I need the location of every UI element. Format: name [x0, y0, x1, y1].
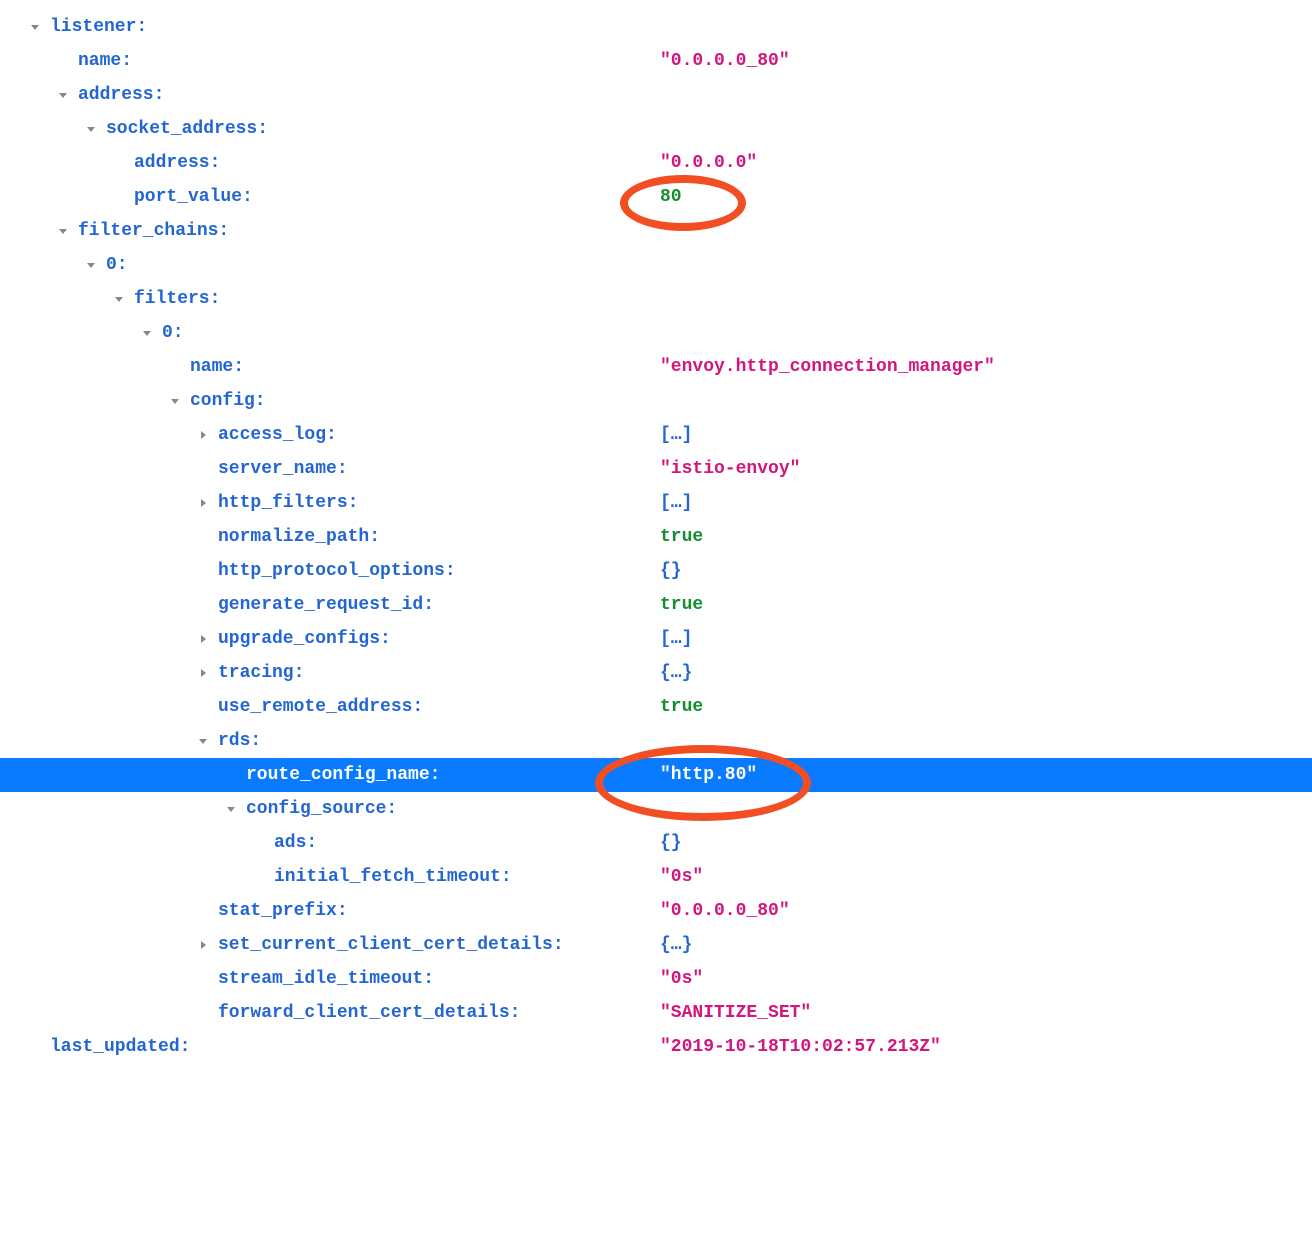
- tree-key: socket_address:: [106, 112, 268, 146]
- tree-key: http_filters:: [218, 486, 358, 520]
- tree-key: ads:: [274, 826, 317, 860]
- tree-value: {}: [660, 826, 682, 860]
- tree-key: listener:: [50, 10, 147, 44]
- tree-value: {…}: [660, 928, 692, 962]
- tree-row[interactable]: name: "envoy.http_connection_manager": [30, 350, 1312, 384]
- collapse-icon[interactable]: [198, 668, 212, 678]
- tree-row[interactable]: last_updated: "2019-10-18T10:02:57.213Z": [30, 1030, 1312, 1064]
- tree-row[interactable]: stream_idle_timeout: "0s": [30, 962, 1312, 996]
- tree-value: true: [660, 588, 703, 622]
- tree-value: "2019-10-18T10:02:57.213Z": [660, 1030, 941, 1064]
- tree-key: filter_chains:: [78, 214, 229, 248]
- tree-key: generate_request_id:: [218, 588, 434, 622]
- tree-row[interactable]: config_source:: [30, 792, 1312, 826]
- tree-value: […]: [660, 486, 692, 520]
- tree-row[interactable]: 0:: [30, 248, 1312, 282]
- tree-key: rds:: [218, 724, 261, 758]
- tree-key: initial_fetch_timeout:: [274, 860, 512, 894]
- tree-key: stream_idle_timeout:: [218, 962, 434, 996]
- collapse-icon[interactable]: [198, 498, 212, 508]
- tree-row[interactable]: address:: [30, 78, 1312, 112]
- tree-key: address:: [78, 78, 164, 112]
- tree-row[interactable]: 0:: [30, 316, 1312, 350]
- tree-row[interactable]: server_name: "istio-envoy": [30, 452, 1312, 486]
- tree-key: address:: [134, 146, 220, 180]
- tree-row[interactable]: set_current_client_cert_details: {…}: [30, 928, 1312, 962]
- tree-key: name:: [190, 350, 244, 384]
- tree-key: server_name:: [218, 452, 348, 486]
- tree-key: http_protocol_options:: [218, 554, 456, 588]
- tree-row[interactable]: forward_client_cert_details: "SANITIZE_SE…: [30, 996, 1312, 1030]
- tree-row[interactable]: upgrade_configs: […]: [30, 622, 1312, 656]
- tree-row[interactable]: filter_chains:: [30, 214, 1312, 248]
- tree-row[interactable]: use_remote_address: true: [30, 690, 1312, 724]
- tree-key: name:: [78, 44, 132, 78]
- expand-icon[interactable]: [30, 22, 44, 32]
- tree-key: set_current_client_cert_details:: [218, 928, 564, 962]
- expand-icon[interactable]: [58, 226, 72, 236]
- tree-value: true: [660, 520, 703, 554]
- tree-value: "http.80": [660, 758, 757, 792]
- expand-icon[interactable]: [142, 328, 156, 338]
- tree-value: "0.0.0.0": [660, 146, 757, 180]
- tree-row[interactable]: normalize_path: true: [30, 520, 1312, 554]
- tree-row[interactable]: stat_prefix: "0.0.0.0_80": [30, 894, 1312, 928]
- collapse-icon[interactable]: [198, 634, 212, 644]
- expand-icon[interactable]: [226, 804, 240, 814]
- expand-icon[interactable]: [86, 124, 100, 134]
- tree-row[interactable]: ads: {}: [30, 826, 1312, 860]
- tree-value: […]: [660, 418, 692, 452]
- tree-key: normalize_path:: [218, 520, 380, 554]
- tree-row[interactable]: socket_address:: [30, 112, 1312, 146]
- tree-row[interactable]: route_config_name: "http.80": [0, 758, 1312, 792]
- expand-icon[interactable]: [58, 90, 72, 100]
- tree-key: 0:: [162, 316, 184, 350]
- tree-key: config_source:: [246, 792, 397, 826]
- collapse-icon[interactable]: [198, 430, 212, 440]
- tree-row[interactable]: initial_fetch_timeout: "0s": [30, 860, 1312, 894]
- tree-key: config:: [190, 384, 266, 418]
- tree-row[interactable]: http_protocol_options: {}: [30, 554, 1312, 588]
- tree-value: "0.0.0.0_80": [660, 44, 790, 78]
- json-tree-viewer: listener:name:"0.0.0.0_80"address:socket…: [30, 10, 1312, 1064]
- tree-value: true: [660, 690, 703, 724]
- expand-icon[interactable]: [114, 294, 128, 304]
- tree-key: route_config_name:: [246, 758, 440, 792]
- tree-row[interactable]: generate_request_id: true: [30, 588, 1312, 622]
- expand-icon[interactable]: [86, 260, 100, 270]
- tree-row[interactable]: name: "0.0.0.0_80": [30, 44, 1312, 78]
- tree-value: "envoy.http_connection_manager": [660, 350, 995, 384]
- collapse-icon[interactable]: [198, 940, 212, 950]
- tree-row[interactable]: port_value: 80: [30, 180, 1312, 214]
- tree-key: tracing:: [218, 656, 304, 690]
- expand-icon[interactable]: [170, 396, 184, 406]
- tree-key: stat_prefix:: [218, 894, 348, 928]
- tree-key: use_remote_address:: [218, 690, 423, 724]
- tree-value: {…}: [660, 656, 692, 690]
- tree-key: last_updated:: [50, 1030, 190, 1064]
- tree-key: port_value:: [134, 180, 253, 214]
- tree-key: upgrade_configs:: [218, 622, 391, 656]
- tree-row[interactable]: access_log: […]: [30, 418, 1312, 452]
- tree-key: access_log:: [218, 418, 337, 452]
- tree-row[interactable]: filters:: [30, 282, 1312, 316]
- tree-value: {}: [660, 554, 682, 588]
- tree-value: "istio-envoy": [660, 452, 800, 486]
- expand-icon[interactable]: [198, 736, 212, 746]
- tree-key: 0:: [106, 248, 128, 282]
- tree-row[interactable]: rds:: [30, 724, 1312, 758]
- tree-row[interactable]: listener:: [30, 10, 1312, 44]
- tree-row[interactable]: http_filters: […]: [30, 486, 1312, 520]
- tree-value: "SANITIZE_SET": [660, 996, 811, 1030]
- tree-value: 80: [660, 180, 682, 214]
- tree-value: […]: [660, 622, 692, 656]
- tree-key: forward_client_cert_details:: [218, 996, 520, 1030]
- tree-value: "0s": [660, 962, 703, 996]
- tree-row[interactable]: tracing: {…}: [30, 656, 1312, 690]
- tree-value: "0.0.0.0_80": [660, 894, 790, 928]
- tree-value: "0s": [660, 860, 703, 894]
- tree-key: filters:: [134, 282, 220, 316]
- tree-row[interactable]: config:: [30, 384, 1312, 418]
- tree-row[interactable]: address: "0.0.0.0": [30, 146, 1312, 180]
